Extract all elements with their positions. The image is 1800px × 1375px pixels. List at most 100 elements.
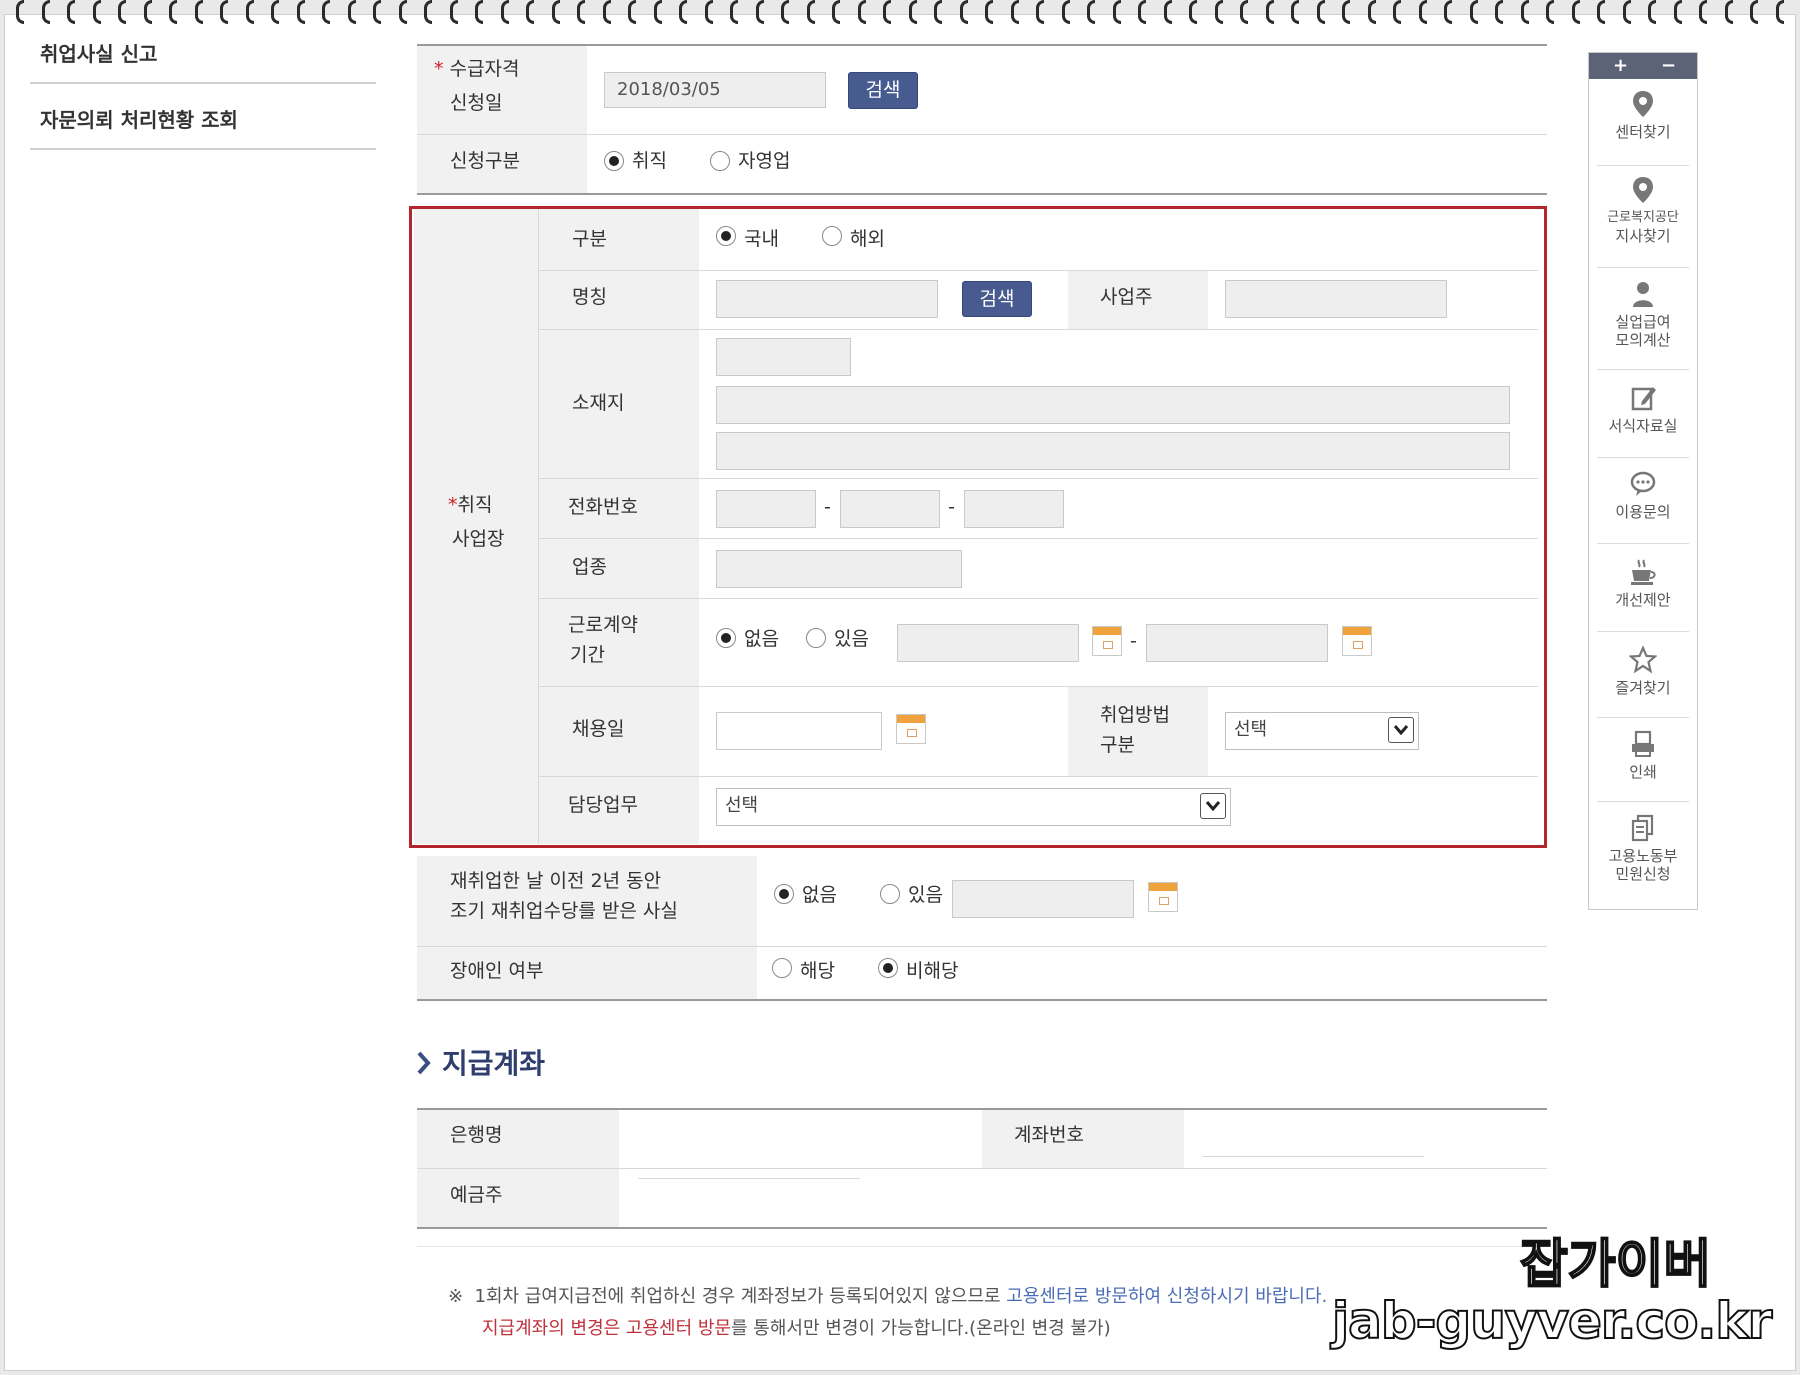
radio-disability-yes-label: 해당 — [800, 960, 835, 982]
spiral-ring — [347, 0, 356, 24]
spiral-ring — [551, 0, 560, 24]
spiral-ring — [985, 0, 993, 24]
spiral-ring — [832, 0, 840, 24]
divider — [30, 148, 376, 150]
spiral-ring — [1520, 0, 1529, 24]
spiral-ring — [475, 0, 483, 24]
divider — [1597, 457, 1689, 458]
quick-menu-suggestion[interactable]: 개선제안 — [1597, 557, 1689, 609]
spiral-ring — [220, 0, 228, 24]
radio-early-yes[interactable] — [880, 884, 900, 904]
spiral-ring — [373, 0, 381, 24]
spiral-ring — [449, 0, 458, 24]
radio-early-yes-label: 있음 — [908, 884, 943, 906]
spiral-ring — [1061, 0, 1070, 24]
notice-text-1b: 고용센터로 방문하여 신청하시기 바랍니다. — [1006, 1286, 1328, 1307]
quick-menu-center-search[interactable]: 센터찾기 — [1597, 89, 1689, 141]
apply-date-label: * 수급자격 — [434, 58, 520, 80]
spiral-ring — [1724, 0, 1733, 24]
spiral-ring — [16, 0, 24, 24]
radio-employment[interactable] — [604, 151, 624, 171]
spiral-ring — [1138, 0, 1146, 24]
spiral-ring — [883, 0, 891, 24]
highlight-box — [409, 206, 1547, 848]
spiral-ring — [1750, 0, 1758, 24]
early-reemployment-label-2: 조기 재취업수당를 받은 사실 — [450, 900, 678, 922]
apply-date-input[interactable]: 2018/03/05 — [604, 72, 826, 108]
radio-self-employed[interactable] — [710, 151, 730, 171]
spiral-ring — [1291, 0, 1299, 24]
zoom-out-button[interactable]: − — [1661, 55, 1676, 76]
radio-disability-yes[interactable] — [772, 958, 792, 978]
radio-early-none[interactable] — [774, 884, 794, 904]
spiral-ring — [1265, 0, 1274, 24]
divider — [1597, 369, 1689, 370]
sidebar-item-advisory-status[interactable]: 자문의뢰 처리현황 조회 — [40, 104, 238, 133]
spiral-ring — [628, 0, 636, 24]
spiral-ring — [169, 0, 177, 24]
chevron-right-icon — [416, 1050, 432, 1080]
apply-type-label: 신청구분 — [450, 150, 520, 172]
spiral-ring — [322, 0, 330, 24]
quick-menu-forms[interactable]: 서식자료실 — [1597, 383, 1689, 435]
spiral-ring — [296, 0, 305, 24]
row-divider — [417, 999, 1547, 1001]
apply-date-label-2: 신청일 — [450, 92, 503, 114]
printer-icon — [1632, 730, 1654, 757]
zoom-in-button[interactable]: + — [1613, 55, 1628, 76]
quick-menu-inquiry[interactable]: 이용문의 — [1597, 469, 1689, 521]
spiral-ring — [1367, 0, 1376, 24]
quick-menu-favorites[interactable]: 즐겨찾기 — [1597, 645, 1689, 697]
spiral-ring — [1010, 0, 1019, 24]
early-reemployment-label: 재취업한 날 이전 2년 동안 — [450, 870, 662, 892]
account-holder-label: 예금주 — [450, 1184, 503, 1206]
quick-menu-ministry-petition[interactable]: 고용노동부 민원신청 — [1597, 813, 1689, 883]
spiral-ring — [602, 0, 611, 24]
quick-menu-benefit-calculator[interactable]: 실업급여 모의계산 — [1597, 279, 1689, 349]
account-number-input[interactable] — [1202, 1156, 1424, 1157]
spiral-ring — [1112, 0, 1121, 24]
account-section-title: 지급계좌 — [442, 1047, 546, 1080]
spiral-ring — [806, 0, 815, 24]
notice-line-1: ※ 1회차 급여지급전에 취업하신 경우 계좌정보가 등록되어있지 않으므로 고… — [448, 1282, 1327, 1308]
spiral-ring — [1546, 0, 1554, 24]
spiral-ring — [577, 0, 585, 24]
spiral-ring — [1189, 0, 1197, 24]
spiral-ring — [118, 0, 126, 24]
quick-menu-print[interactable]: 인쇄 — [1597, 729, 1689, 781]
spiral-ring — [67, 0, 75, 24]
radio-disability-no[interactable] — [878, 958, 898, 978]
spiral-ring — [500, 0, 509, 24]
radio-employment-label: 취직 — [632, 150, 667, 172]
documents-icon — [1631, 814, 1654, 842]
spiral-ring — [1418, 0, 1427, 24]
notice-mark: ※ — [448, 1286, 464, 1307]
divider — [1597, 801, 1689, 802]
apply-date-search-button[interactable]: 검색 — [848, 72, 918, 109]
quick-menu-branch-search[interactable]: 근로복지공단 지사찾기 — [1597, 175, 1689, 245]
quick-menu-header: + − — [1589, 53, 1697, 79]
account-number-label: 계좌번호 — [1014, 1124, 1084, 1146]
person-icon — [1633, 282, 1653, 307]
spiral-ring — [526, 0, 534, 24]
spiral-ring — [730, 0, 738, 24]
spiral-ring — [271, 0, 279, 24]
disability-label: 장애인 여부 — [450, 960, 544, 982]
sidebar-item-employment-report[interactable]: 취업사실 신고 — [40, 38, 157, 67]
spiral-ring — [1469, 0, 1478, 24]
spiral-ring — [1316, 0, 1325, 24]
spiral-ring — [1393, 0, 1401, 24]
divider — [1597, 165, 1689, 166]
row-divider — [417, 193, 1547, 195]
spiral-ring — [755, 0, 764, 24]
coffee-cup-icon — [1631, 559, 1656, 585]
notice-text-1a: 1회차 급여지급전에 취업하신 경우 계좌정보가 등록되어있지 않으므로 — [474, 1286, 1007, 1307]
spiral-ring — [934, 0, 942, 24]
account-holder-input[interactable] — [638, 1178, 860, 1179]
early-reemployment-date-input[interactable] — [952, 880, 1134, 918]
calendar-icon[interactable] — [1148, 882, 1178, 912]
divider — [1597, 631, 1689, 632]
spiral-ring — [92, 0, 101, 24]
spiral-ring — [1444, 0, 1452, 24]
spiral-ring — [908, 0, 917, 24]
